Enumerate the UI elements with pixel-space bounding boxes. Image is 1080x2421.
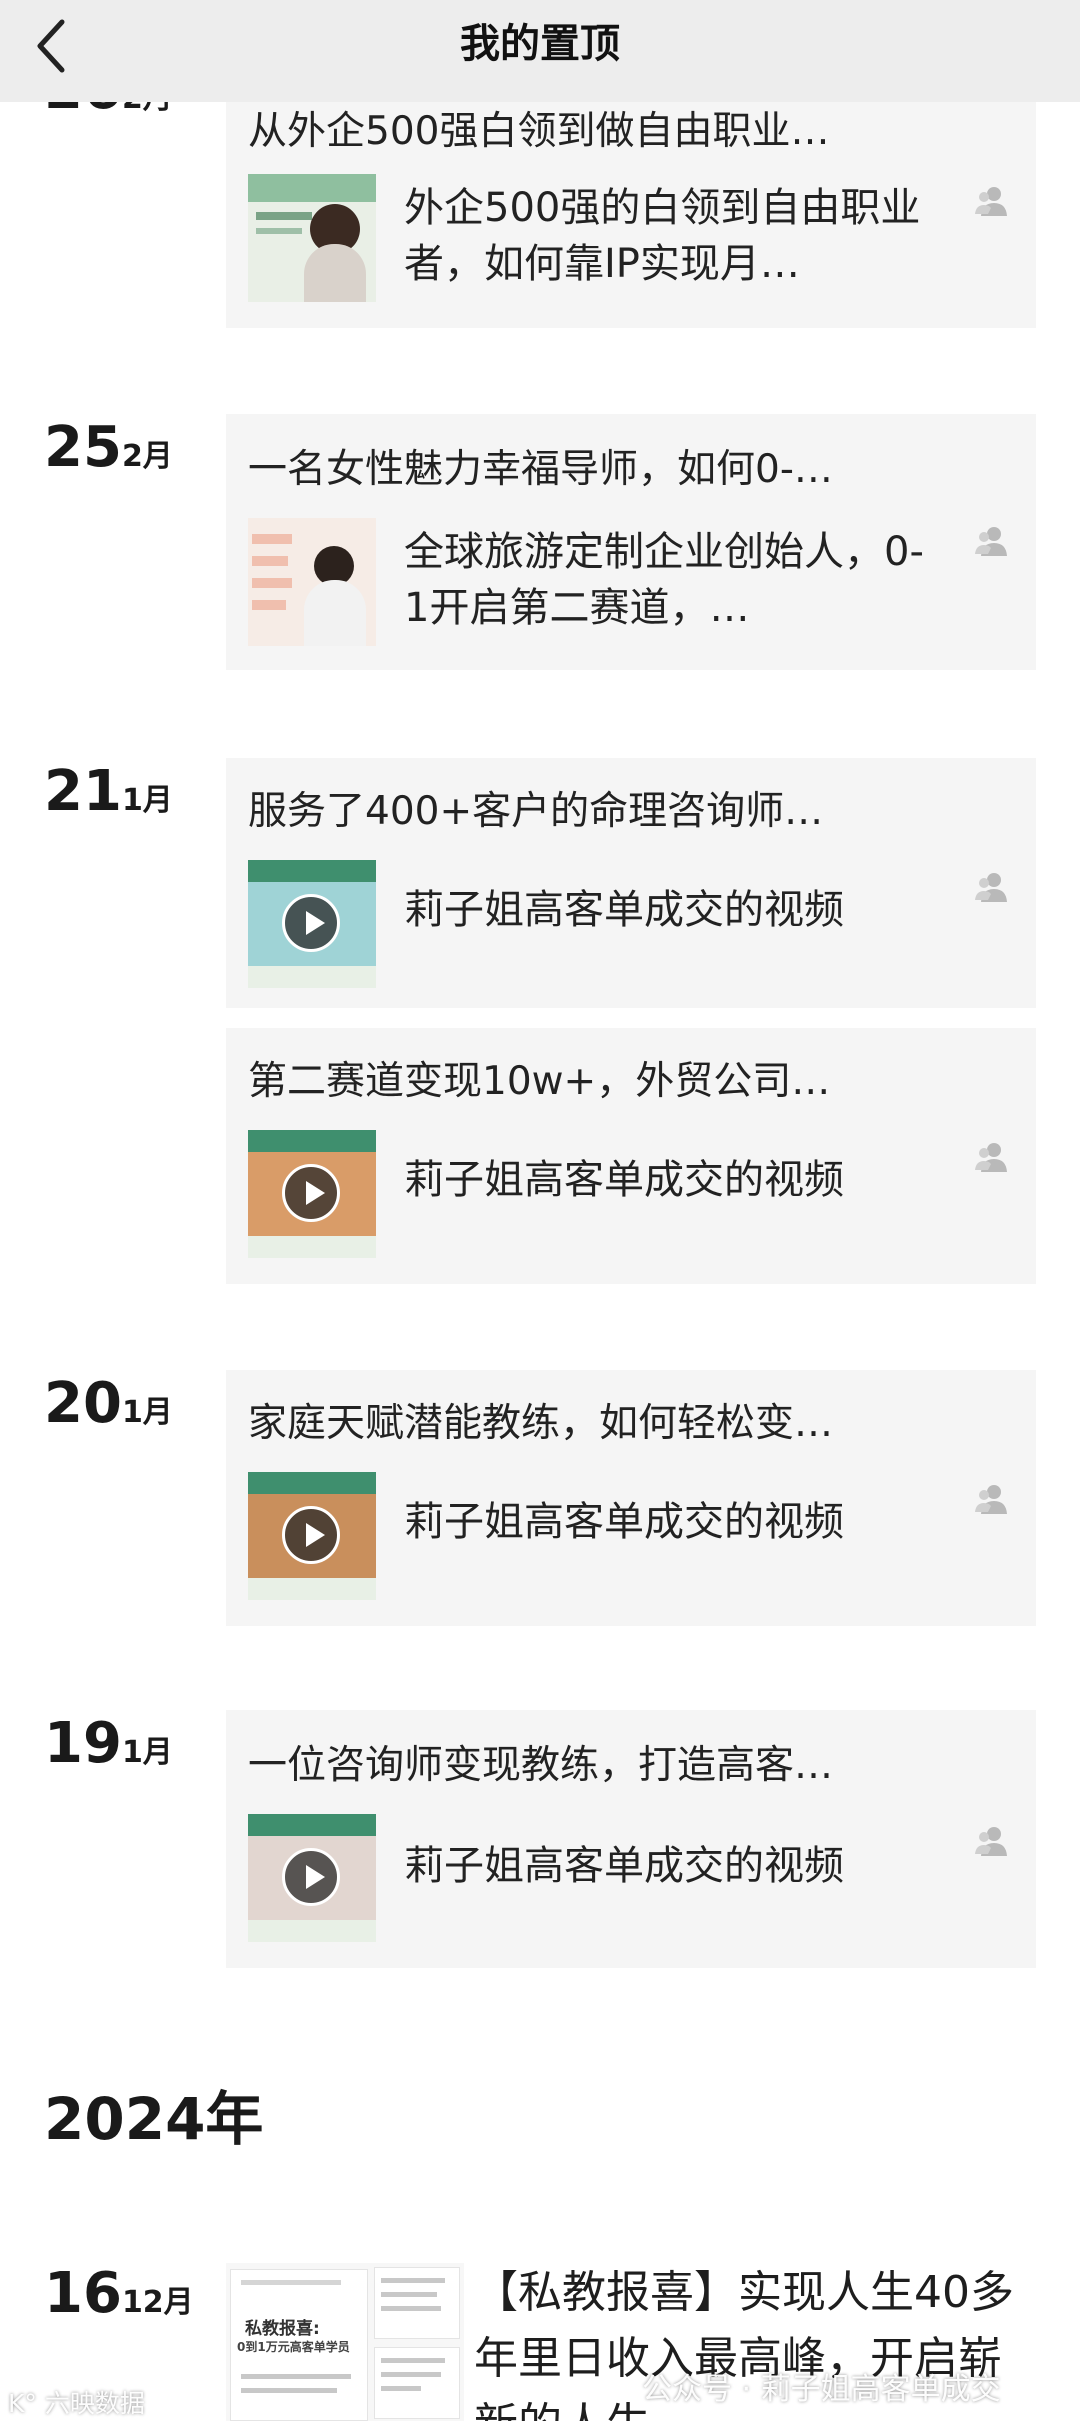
year-label: 2024年	[44, 2085, 264, 2153]
top-nav-bar: 我的置顶	[0, 0, 1080, 102]
pinned-list: 262月 从外企500强白领到做自由职业… 外企500强的白领到自由职业者，如何…	[0, 0, 1080, 2421]
article-thumbnail	[248, 518, 376, 646]
user-group-icon	[972, 522, 1012, 562]
card-title: 家庭天赋潜能教练，如何轻松变…	[248, 1401, 834, 1446]
card-subtitle: 莉子姐高客单成交的视频	[404, 1843, 844, 1889]
thumb-caption: 私教报喜:	[245, 2319, 320, 2339]
pinned-card[interactable]: 一名女性魅力幸福导师，如何0-… 全球旅游定制企业创始人，0-1开启第二赛道，…	[226, 414, 1036, 670]
card-subtitle: 莉子姐高客单成交的视频	[404, 1157, 844, 1203]
date-month: 12月	[121, 2285, 194, 2320]
watermark-left: K° 六映数据	[8, 2389, 145, 2418]
date-day: 16	[44, 2261, 122, 2326]
pinned-card[interactable]: 第二赛道变现10w+，外贸公司… 莉子姐高客单成交的视频	[226, 1028, 1036, 1284]
thumb-caption-2: 0到1万元高客单学员	[237, 2340, 350, 2354]
date-month: 1月	[121, 783, 173, 818]
user-group-icon	[972, 1138, 1012, 1178]
user-group-icon	[972, 182, 1012, 222]
card-title: 服务了400+客户的命理咨询师…	[248, 789, 824, 834]
date-day: 21	[44, 759, 122, 824]
card-title: 一位咨询师变现教练，打造高客…	[248, 1743, 834, 1788]
video-thumbnail	[248, 1814, 376, 1942]
pinned-card[interactable]: 服务了400+客户的命理咨询师… 莉子姐高客单成交的视频	[226, 758, 1036, 1008]
card-subtitle: 外企500强的白领到自由职业者，如何靠IP实现月…	[404, 185, 921, 287]
page-title: 我的置顶	[460, 21, 620, 67]
video-thumbnail	[248, 860, 376, 988]
play-icon	[282, 1164, 340, 1222]
video-thumbnail	[248, 1130, 376, 1258]
date-month: 2月	[121, 439, 173, 474]
date-day: 19	[44, 1711, 122, 1776]
card-title: 一名女性魅力幸福导师，如何0-…	[248, 447, 833, 492]
play-icon	[282, 1506, 340, 1564]
pinned-card[interactable]: 一位咨询师变现教练，打造高客… 莉子姐高客单成交的视频	[226, 1710, 1036, 1968]
watermark-right: 公众号 · 莉子姐高客单成交	[642, 2372, 1001, 2407]
article-thumbnail[interactable]: 私教报喜: 0到1万元高客单学员	[226, 2263, 464, 2421]
play-icon	[282, 1848, 340, 1906]
pinned-card[interactable]: 家庭天赋潜能教练，如何轻松变… 莉子姐高客单成交的视频	[226, 1370, 1036, 1626]
pinned-card[interactable]: 从外企500强白领到做自由职业… 外企500强的白领到自由职业者，如何靠IP实现…	[226, 72, 1036, 328]
card-title: 从外企500强白领到做自由职业…	[248, 109, 830, 154]
date-label: 201月	[44, 1376, 173, 1432]
card-subtitle: 莉子姐高客单成交的视频	[404, 1499, 844, 1545]
user-group-icon	[972, 1480, 1012, 1520]
date-month: 1月	[121, 1735, 173, 1770]
date-day: 20	[44, 1371, 122, 1436]
date-label: 1612月	[44, 2266, 194, 2322]
card-subtitle: 莉子姐高客单成交的视频	[404, 887, 844, 933]
date-label: 191月	[44, 1716, 173, 1772]
user-group-icon	[972, 1822, 1012, 1862]
date-month: 1月	[121, 1395, 173, 1430]
card-title: 第二赛道变现10w+，外贸公司…	[248, 1059, 831, 1104]
user-group-icon	[972, 868, 1012, 908]
play-icon	[282, 894, 340, 952]
card-subtitle: 全球旅游定制企业创始人，0-1开启第二赛道，…	[404, 529, 924, 631]
date-label: 211月	[44, 764, 173, 820]
date-label: 252月	[44, 420, 173, 476]
video-thumbnail	[248, 1472, 376, 1600]
date-day: 25	[44, 415, 122, 480]
article-thumbnail	[248, 174, 376, 302]
